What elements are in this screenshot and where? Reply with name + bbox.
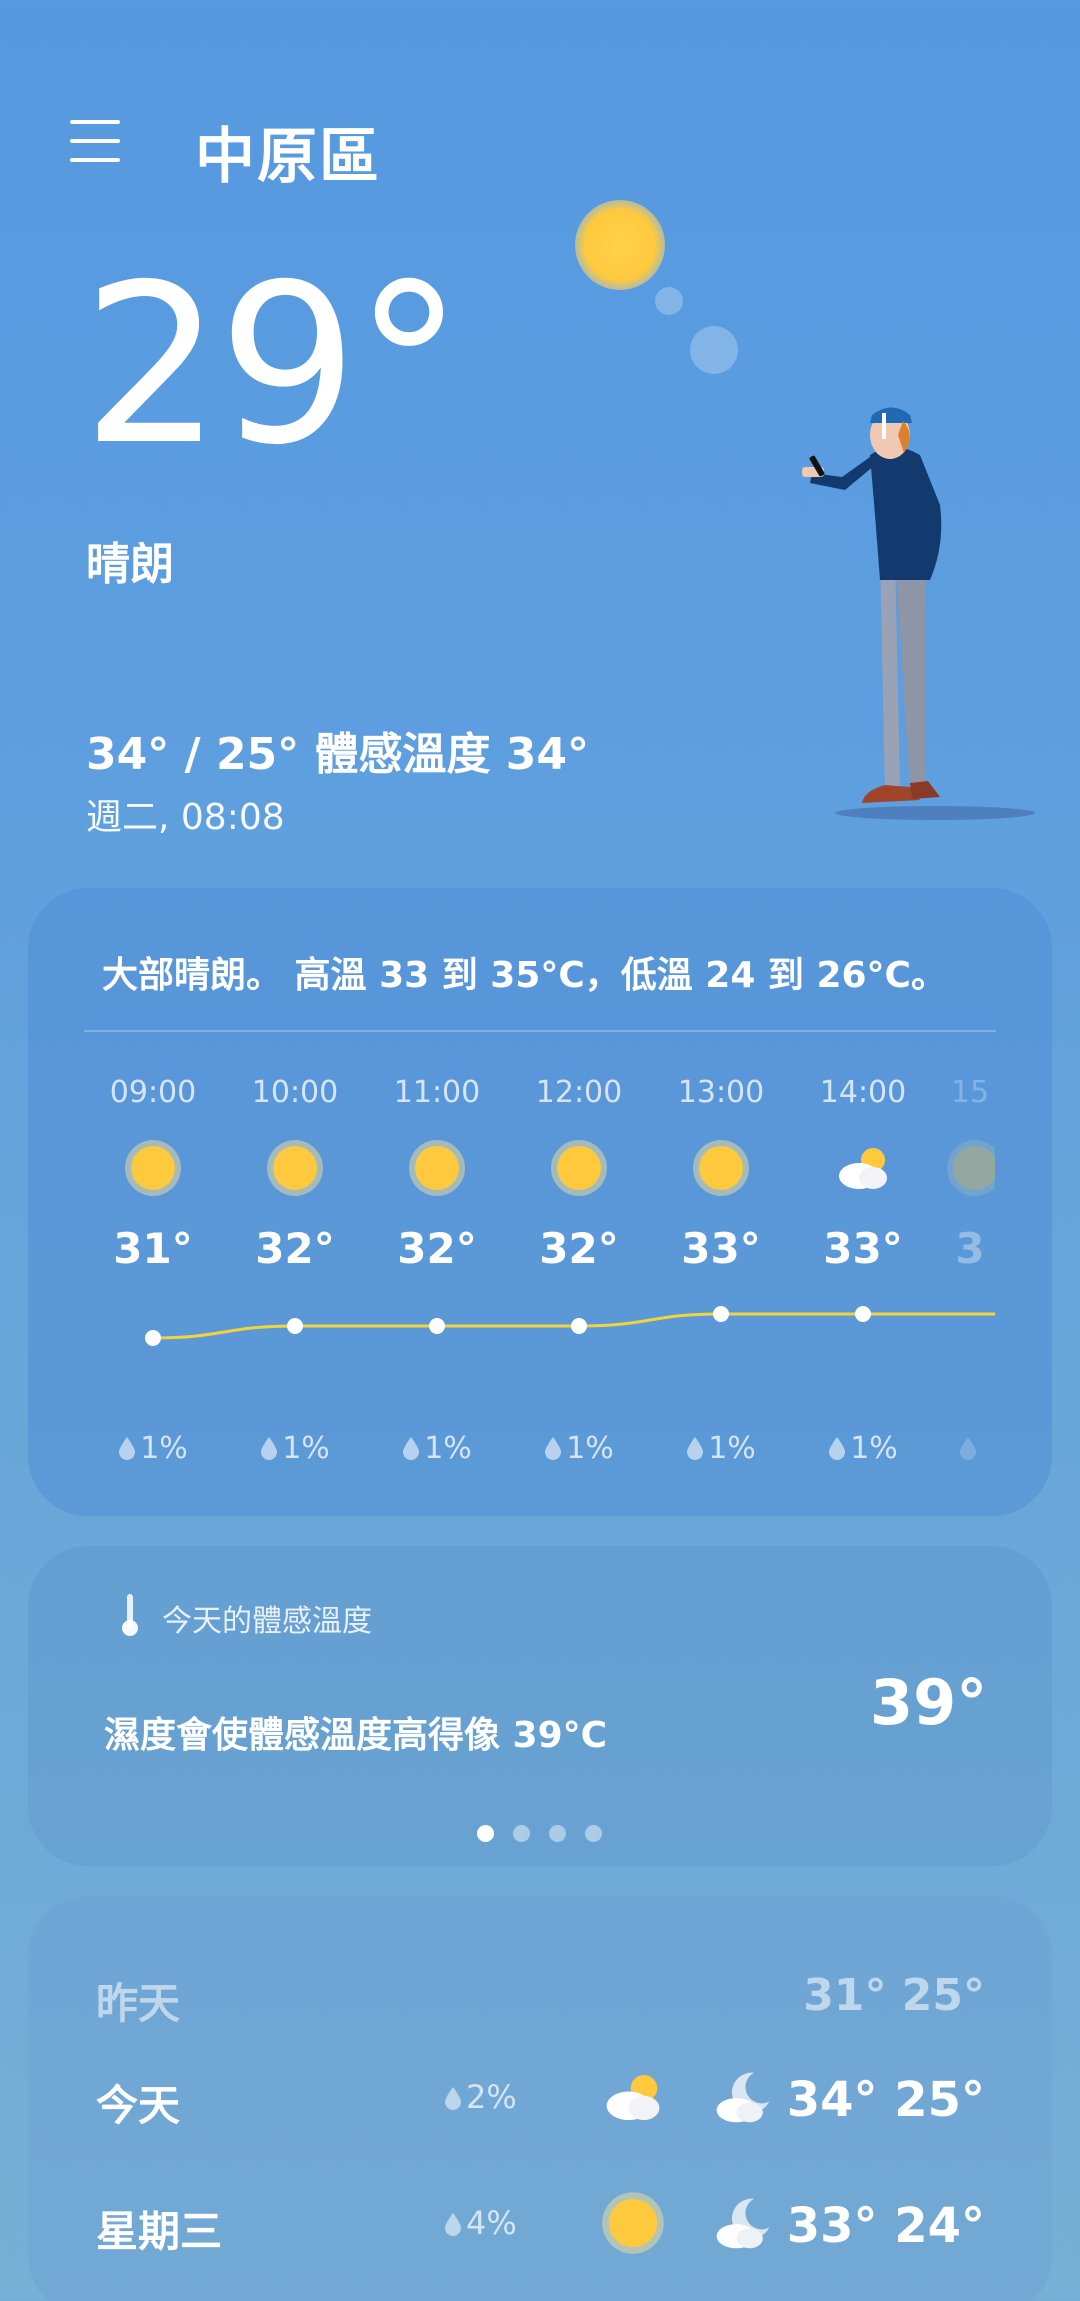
sun-icon — [549, 1138, 609, 1198]
decor-bubble — [655, 287, 683, 315]
feels-like-value: 39° — [870, 1666, 988, 1739]
decor-bubble — [690, 326, 738, 374]
sun-icon — [407, 1138, 467, 1198]
hourly-item[interactable]: 11:00 32° 1% — [377, 1075, 497, 1466]
day-rain-chance: 4% — [444, 2204, 517, 2242]
raindrop-icon — [403, 1437, 420, 1460]
hourly-item[interactable]: 09:00 31° 1% — [93, 1075, 213, 1466]
hourly-temperature: 32° — [397, 1224, 477, 1273]
partly-cloudy-icon — [600, 2064, 666, 2134]
menu-icon-bar — [70, 158, 120, 162]
raindrop-icon — [261, 1437, 278, 1460]
hourly-rain-chance: 1% — [377, 1431, 497, 1466]
partly-cloudy-icon — [833, 1138, 893, 1198]
rain-chance-value: 2% — [466, 2078, 517, 2116]
high-low-feels-like: 34° / 25° 體感溫度 34° — [86, 729, 590, 780]
sun-illustration-icon — [575, 200, 665, 290]
hourly-temperature-line — [145, 1306, 995, 1346]
current-condition: 晴朗 — [86, 539, 174, 590]
rain-chance-value: 1% — [566, 1431, 614, 1466]
raindrop-icon — [119, 1437, 136, 1460]
hourly-temperature: 33° — [681, 1224, 761, 1273]
hourly-time: 12:00 — [535, 1075, 623, 1110]
temperature-point — [429, 1318, 445, 1334]
menu-icon-bar — [70, 139, 120, 143]
hourly-temperature: 33° — [823, 1224, 903, 1273]
hourly-time: 09:00 — [109, 1075, 197, 1110]
person-illustration — [802, 407, 1035, 820]
hourly-temperature: 32° — [539, 1224, 619, 1273]
day-name: 昨天 — [96, 1979, 181, 2028]
hourly-temperature: 3 — [955, 1224, 985, 1273]
raindrop-icon — [687, 1437, 704, 1460]
hourly-time: 15 — [950, 1075, 990, 1110]
hourly-temperature: 32° — [255, 1224, 335, 1273]
temperature-point — [287, 1318, 303, 1334]
hourly-rain-chance — [945, 1431, 995, 1466]
temperature-point — [713, 1306, 729, 1322]
sun-icon — [945, 1138, 995, 1198]
hourly-rain-chance: 1% — [93, 1431, 213, 1466]
sun-icon — [600, 2190, 666, 2260]
rain-chance-value: 1% — [708, 1431, 756, 1466]
hourly-item[interactable]: 10:00 32° 1% — [235, 1075, 355, 1466]
page-dot[interactable] — [549, 1825, 566, 1842]
rain-chance-value: 1% — [140, 1431, 188, 1466]
rain-chance-value: 1% — [282, 1431, 330, 1466]
menu-icon-bar — [70, 120, 120, 124]
raindrop-icon — [829, 1437, 846, 1460]
hourly-item[interactable]: 14:00 33° 1% — [803, 1075, 923, 1466]
hourly-temperature: 31° — [113, 1224, 193, 1273]
page-dot[interactable] — [477, 1825, 494, 1842]
page-dot[interactable] — [585, 1825, 602, 1842]
hourly-time: 11:00 — [393, 1075, 481, 1110]
menu-button[interactable] — [70, 120, 120, 166]
rain-chance-value: 1% — [424, 1431, 472, 1466]
hourly-time: 13:00 — [677, 1075, 765, 1110]
rain-chance-value: 4% — [466, 2204, 517, 2242]
temperature-point — [145, 1330, 161, 1346]
hourly-item[interactable]: 15 3 — [945, 1075, 995, 1466]
location-title[interactable]: 中原區 — [195, 108, 381, 195]
thermometer-icon — [122, 1594, 138, 1636]
hourly-rain-chance: 1% — [661, 1431, 781, 1466]
sun-icon — [123, 1138, 183, 1198]
day-rain-chance: 2% — [444, 2078, 517, 2116]
hourly-rain-chance: 1% — [235, 1431, 355, 1466]
day-name: 今天 — [96, 2081, 181, 2130]
hourly-time: 14:00 — [819, 1075, 907, 1110]
day-name: 星期三 — [96, 2207, 223, 2256]
temperature-point — [571, 1318, 587, 1334]
hourly-item[interactable]: 12:00 32° 1% — [519, 1075, 639, 1466]
page-dot[interactable] — [513, 1825, 530, 1842]
cloudy-night-icon — [710, 2190, 776, 2260]
hourly-item[interactable]: 13:00 33° 1% — [661, 1075, 781, 1466]
raindrop-icon — [445, 2213, 461, 2236]
raindrop-icon — [960, 1437, 976, 1460]
hourly-rain-chance: 1% — [803, 1431, 923, 1466]
cloudy-night-icon — [710, 2064, 776, 2134]
day-high-low: 33° 24° — [786, 2198, 985, 2254]
raindrop-icon — [445, 2087, 461, 2110]
feels-like-description: 濕度會使體感溫度高得像 39°C — [104, 1715, 608, 1756]
temperature-point — [855, 1306, 871, 1322]
raindrop-icon — [545, 1437, 562, 1460]
sun-icon — [265, 1138, 325, 1198]
divider — [84, 1030, 996, 1032]
day-high-low: 34° 25° — [786, 2072, 985, 2128]
current-datetime: 週二, 08:08 — [86, 797, 285, 838]
hourly-summary: 大部晴朗。 高溫 33 到 35°C，低溫 24 到 26°C。 — [102, 955, 947, 996]
hourly-rain-chance: 1% — [519, 1431, 639, 1466]
current-temperature: 29° — [82, 237, 464, 493]
day-high-low: 31° 25° — [803, 1970, 985, 2021]
hourly-time: 10:00 — [251, 1075, 339, 1110]
rain-chance-value: 1% — [850, 1431, 898, 1466]
feels-like-title: 今天的體感溫度 — [162, 1604, 372, 1639]
sun-icon — [691, 1138, 751, 1198]
